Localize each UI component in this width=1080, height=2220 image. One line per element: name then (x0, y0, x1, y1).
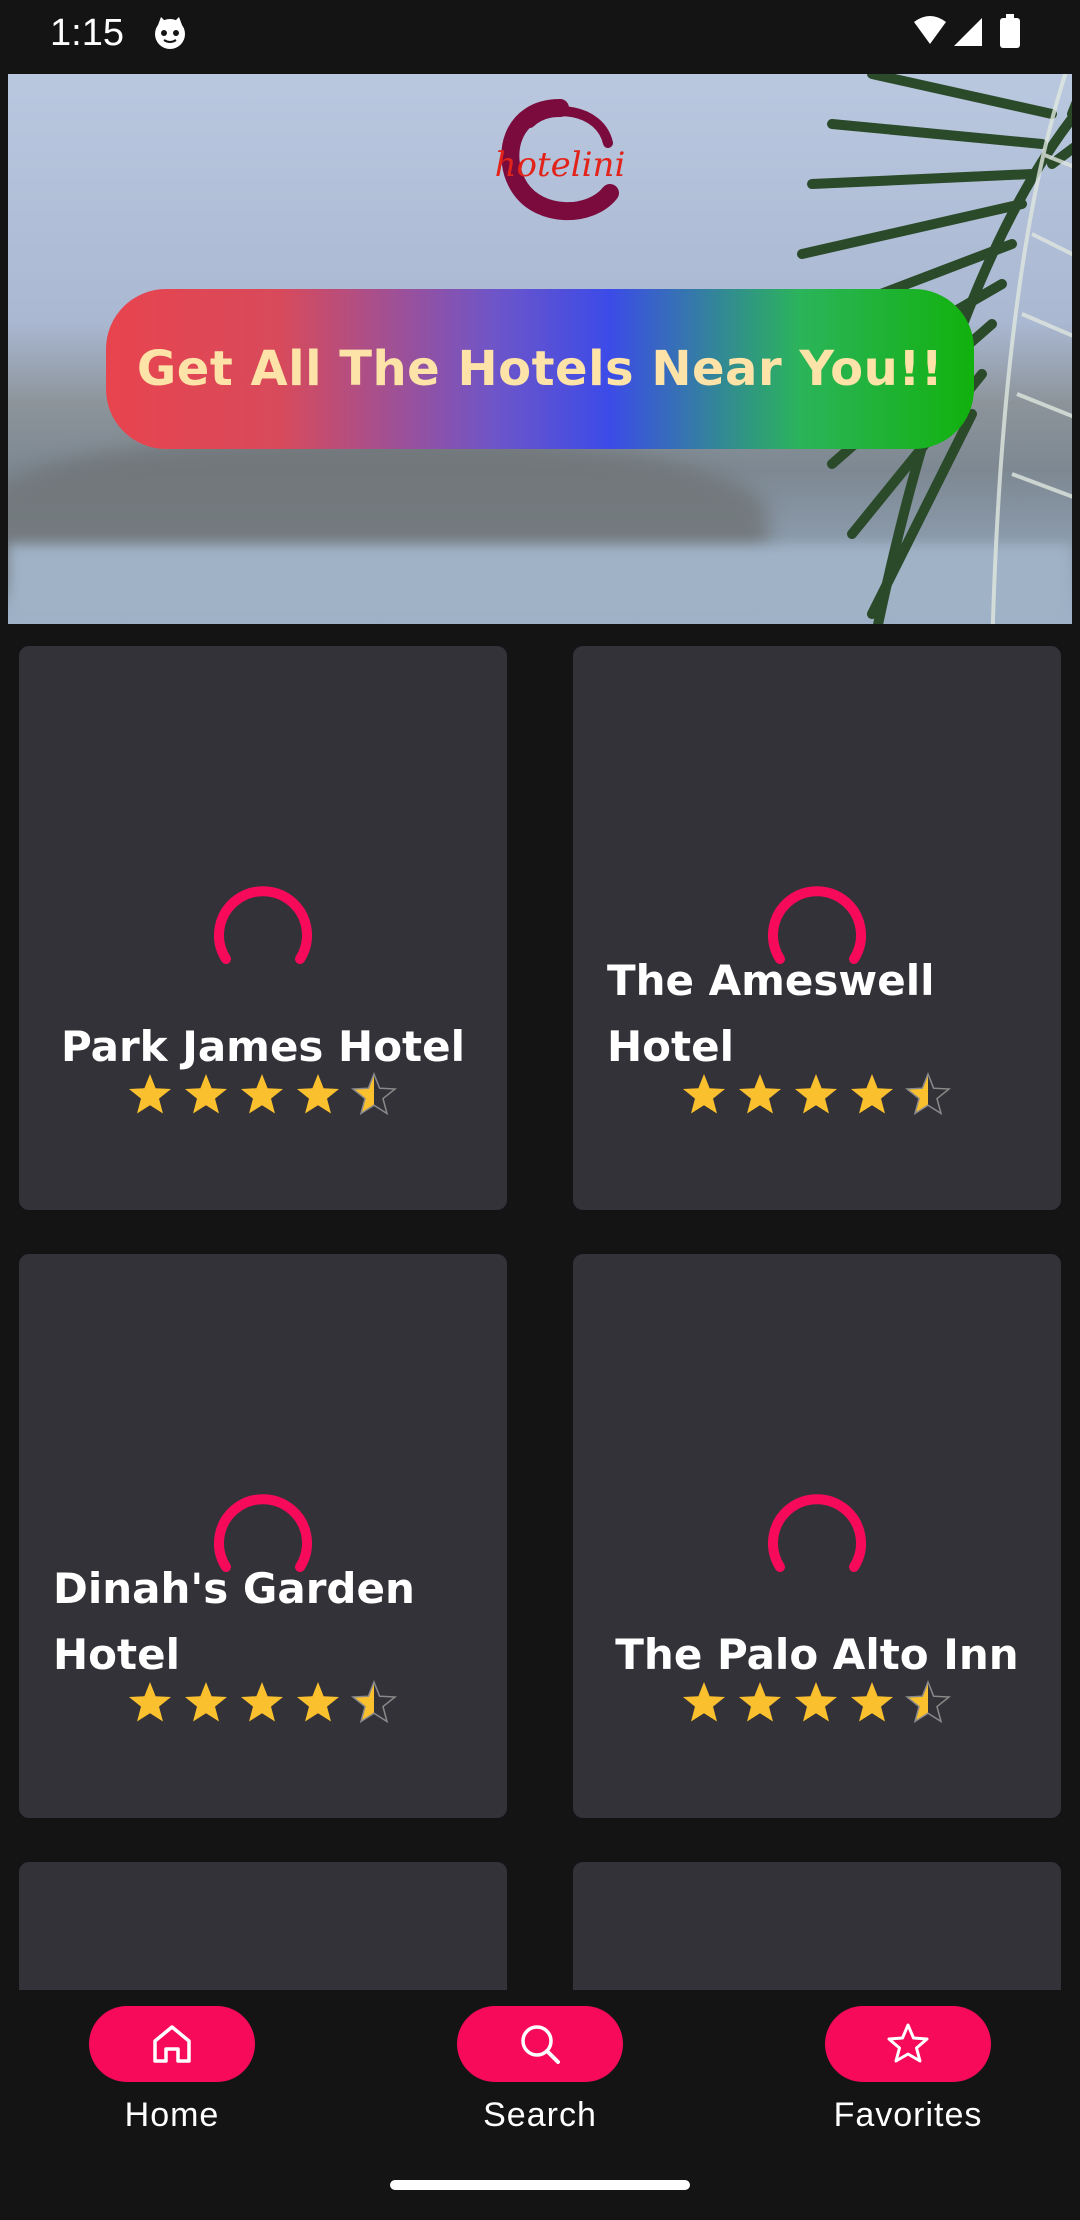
nav-favorites-pill[interactable] (825, 2006, 991, 2082)
nav-home[interactable]: Home (89, 2006, 255, 2135)
star-filled-icon (185, 1074, 227, 1114)
star-filled-icon (297, 1682, 339, 1722)
search-icon (521, 2025, 560, 2064)
hotelini-logo: hotelini (495, 99, 626, 221)
star-filled-icon (297, 1074, 339, 1114)
hotel-card[interactable]: The Palo Alto Inn (573, 1254, 1061, 1818)
hotel-name: The Ameswell Hotel (607, 956, 935, 1071)
star-filled-icon (795, 1682, 837, 1722)
cat-notification-icon (155, 17, 185, 49)
hotel-card[interactable]: Dinah's Garden Hotel (19, 1254, 507, 1818)
star-filled-icon (739, 1682, 781, 1722)
hotel-card[interactable]: The Ameswell Hotel (573, 646, 1061, 1210)
system-icons (914, 14, 1020, 48)
loading-spinner-icon (768, 1494, 866, 1572)
hotel-name: Dinah's Garden Hotel (53, 1564, 415, 1679)
hotel-card[interactable]: Park James Hotel (19, 646, 507, 1210)
star-filled-icon (129, 1074, 171, 1114)
star-filled-icon (851, 1074, 893, 1114)
star-half-icon (904, 1679, 952, 1724)
star-icon (887, 2023, 929, 2063)
star-half-icon (350, 1679, 398, 1724)
rating-stars (680, 1679, 954, 1733)
home-icon (153, 2025, 191, 2063)
loading-spinner-icon (214, 886, 312, 964)
star-filled-icon (241, 1682, 283, 1722)
battery-icon (1000, 18, 1020, 48)
nav-search-pill[interactable] (457, 2006, 623, 2082)
star-filled-icon (795, 1074, 837, 1114)
rating-stars (126, 1679, 400, 1733)
star-filled-icon (185, 1682, 227, 1722)
star-filled-icon (739, 1074, 781, 1114)
nav-home-pill[interactable] (89, 2006, 255, 2082)
logo-text: hotelini (495, 145, 626, 185)
nav-search-label: Search (483, 2096, 597, 2134)
nav-favorites[interactable]: Favorites (825, 2006, 991, 2135)
star-filled-icon (683, 1074, 725, 1114)
get-hotels-button[interactable]: Get All The Hotels Near You!! (106, 289, 974, 449)
star-filled-icon (241, 1074, 283, 1114)
gesture-home-bar[interactable] (390, 2180, 690, 2190)
status-bar: 1:15 (0, 0, 1080, 70)
star-half-icon (904, 1071, 952, 1116)
status-time: 1:15 (50, 12, 124, 54)
nav-search[interactable]: Search (457, 2006, 623, 2135)
star-half-icon (350, 1071, 398, 1116)
star-filled-icon (851, 1682, 893, 1722)
star-filled-icon (683, 1682, 725, 1722)
rating-stars (126, 1071, 400, 1125)
wifi-icon (914, 16, 946, 44)
nav-home-label: Home (124, 2096, 220, 2134)
star-filled-icon (129, 1682, 171, 1722)
signal-icon (954, 18, 982, 46)
nav-favorites-label: Favorites (833, 2096, 983, 2134)
rating-stars (680, 1071, 954, 1125)
